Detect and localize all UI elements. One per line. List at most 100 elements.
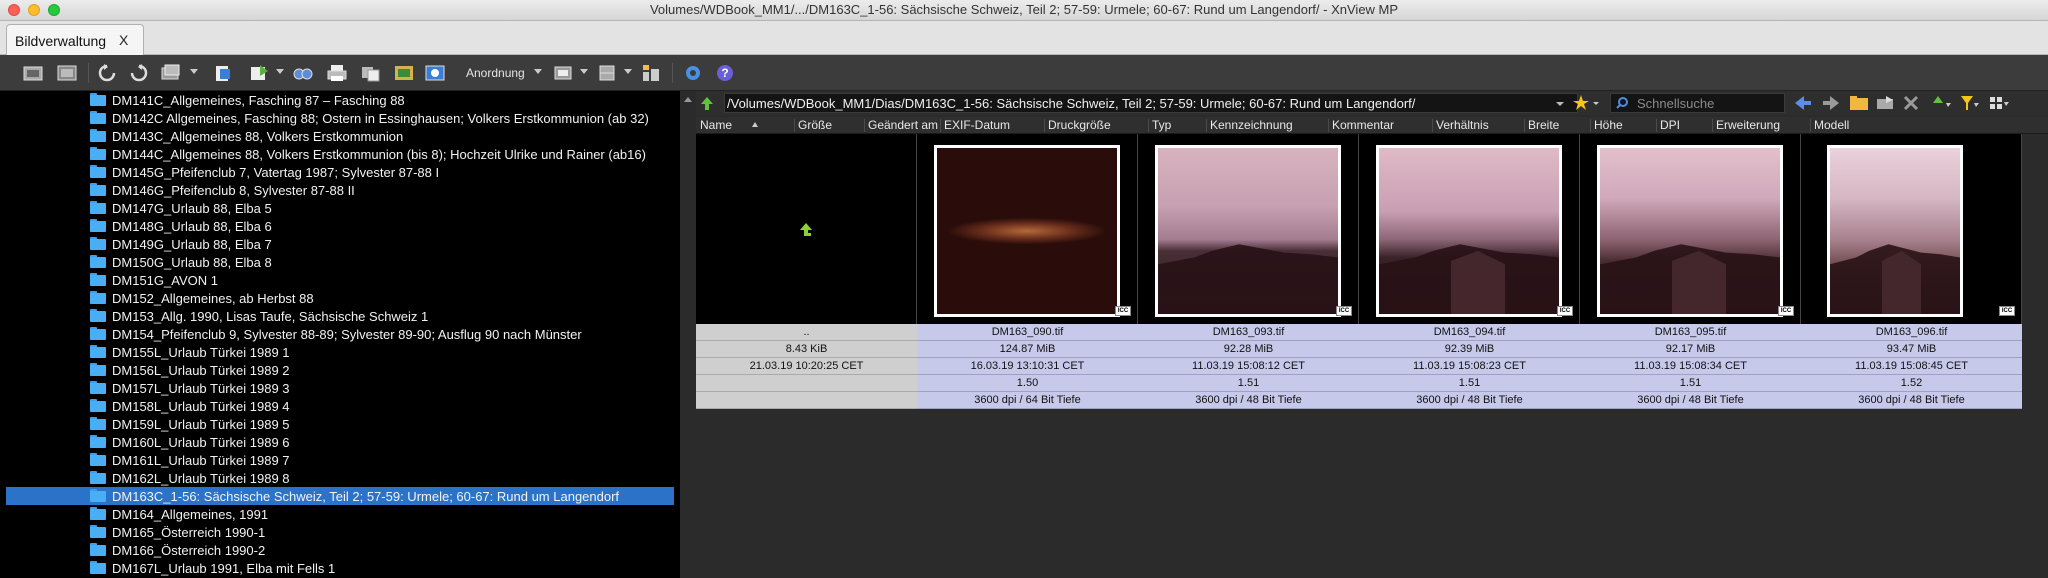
scan-icon[interactable]	[22, 63, 44, 83]
tree-item[interactable]: DM146G_Pfeifenclub 8, Sylvester 87-88 II	[6, 181, 674, 199]
column-10[interactable]: Höhe	[1594, 118, 1623, 132]
view-mode-icon[interactable]	[552, 63, 574, 83]
column-2[interactable]: Geändert am	[868, 118, 938, 132]
screenshot-icon[interactable]	[424, 63, 446, 83]
tree-item[interactable]: DM150G_Urlaub 88, Elba 8	[6, 253, 674, 271]
column-5[interactable]: Typ	[1152, 118, 1171, 132]
tree-item[interactable]: DM154_Pfeifenclub 9, Sylvester 88-89; Sy…	[6, 325, 674, 343]
forward-icon[interactable]	[1820, 93, 1842, 113]
thumbnail-size-icon[interactable]	[596, 63, 618, 83]
panel-splitter[interactable]	[680, 91, 696, 578]
parent-folder-button[interactable]	[696, 94, 718, 112]
filter-icon[interactable]	[1958, 93, 1980, 113]
tree-item[interactable]: DM167L_Urlaub 1991, Elba mit Fells 1	[6, 559, 674, 577]
move-to-icon[interactable]	[1874, 93, 1896, 113]
slideshow-icon[interactable]	[160, 63, 182, 83]
back-icon[interactable]	[1792, 93, 1814, 113]
tree-item[interactable]: DM149G_Urlaub 88, Elba 7	[6, 235, 674, 253]
column-separator[interactable]	[1810, 119, 1811, 132]
column-9[interactable]: Breite	[1528, 118, 1559, 132]
favorites-star-icon[interactable]	[1572, 93, 1602, 113]
slideshow-dropdown-icon[interactable]	[190, 69, 198, 74]
rotate-right-icon[interactable]	[128, 63, 150, 83]
tree-item[interactable]: DM153_Allg. 1990, Lisas Taufe, Sächsisch…	[6, 307, 674, 325]
file-thumbnail[interactable]: ICC DM163_094.tif 92.39 MiB 11.03.19 15:08:…	[1359, 134, 1580, 409]
column-7[interactable]: Kommentar	[1332, 118, 1394, 132]
help-icon[interactable]: ?	[714, 63, 736, 83]
tree-item[interactable]: DM162L_Urlaub Türkei 1989 8	[6, 469, 674, 487]
tab-bildverwaltung[interactable]: Bildverwaltung X	[6, 24, 144, 55]
path-history-dropdown-icon[interactable]	[1552, 93, 1568, 113]
column-separator[interactable]	[1206, 119, 1207, 132]
column-separator[interactable]	[940, 119, 941, 132]
column-1[interactable]: Größe	[798, 118, 832, 132]
export-icon[interactable]	[248, 63, 270, 83]
file-thumbnail[interactable]: ICC DM163_096.tif 93.47 MiB 11.03.19 15:08:…	[1801, 134, 2022, 409]
file-thumbnail[interactable]: ICC DM163_090.tif 124.87 MiB 16.03.19 13:10…	[917, 134, 1138, 409]
column-separator[interactable]	[1044, 119, 1045, 132]
tree-item[interactable]: DM159L_Urlaub Türkei 1989 5	[6, 415, 674, 433]
tree-item[interactable]: DM155L_Urlaub Türkei 1989 1	[6, 343, 674, 361]
column-separator[interactable]	[1148, 119, 1149, 132]
tree-item[interactable]: DM161L_Urlaub Türkei 1989 7	[6, 451, 674, 469]
column-separator[interactable]	[1656, 119, 1657, 132]
column-separator[interactable]	[1590, 119, 1591, 132]
column-separator[interactable]	[794, 119, 795, 132]
column-13[interactable]: Modell	[1814, 118, 1849, 132]
tree-item[interactable]: DM144C_Allgemeines 88, Volkers Erstkommu…	[6, 145, 674, 163]
tree-item[interactable]: DM165_Österreich 1990-1	[6, 523, 674, 541]
delete-icon[interactable]	[1900, 93, 1922, 113]
column-separator[interactable]	[1712, 119, 1713, 132]
tree-item[interactable]: DM158L_Urlaub Türkei 1989 4	[6, 397, 674, 415]
view-mode-dropdown-icon[interactable]	[580, 69, 588, 74]
tree-item[interactable]: DM160L_Urlaub Türkei 1989 6	[6, 433, 674, 451]
column-4[interactable]: Druckgröße	[1048, 118, 1111, 132]
tree-item[interactable]: DM163C_1-56: Sächsische Schweiz, Teil 2;…	[6, 487, 674, 505]
thumbnail-size-dropdown-icon[interactable]	[624, 69, 632, 74]
column-3[interactable]: EXIF-Datum	[944, 118, 1010, 132]
tree-item[interactable]: DM156L_Urlaub Türkei 1989 2	[6, 361, 674, 379]
column-11[interactable]: DPI	[1660, 118, 1680, 132]
print-icon[interactable]	[326, 63, 348, 83]
column-0[interactable]: Name	[700, 118, 732, 132]
tree-item[interactable]: DM147G_Urlaub 88, Elba 5	[6, 199, 674, 217]
tree-item[interactable]: DM152_Allgemeines, ab Herbst 88	[6, 289, 674, 307]
arrange-dropdown-icon[interactable]	[534, 69, 542, 74]
column-separator[interactable]	[1328, 119, 1329, 132]
sort-icon[interactable]	[1930, 93, 1952, 113]
tab-close-icon[interactable]: X	[119, 32, 128, 48]
tree-item[interactable]: DM164_Allgemeines, 1991	[6, 505, 674, 523]
tree-item[interactable]: DM148G_Urlaub 88, Elba 6	[6, 217, 674, 235]
compare-icon[interactable]	[360, 63, 382, 83]
find-icon[interactable]	[292, 63, 314, 83]
tree-item[interactable]: DM145G_Pfeifenclub 7, Vatertag 1987; Syl…	[6, 163, 674, 181]
export-dropdown-icon[interactable]	[276, 69, 284, 74]
tree-item[interactable]: DM142C Allgemeines, Fasching 88; Ostern …	[6, 109, 674, 127]
folder-tree[interactable]: DM141C_Allgemeines, Fasching 87 – Faschi…	[0, 91, 680, 578]
settings-gear-icon[interactable]	[682, 63, 704, 83]
file-thumbnail[interactable]: ICC DM163_093.tif 92.28 MiB 11.03.19 15:08:…	[1138, 134, 1359, 409]
tree-item[interactable]: DM157L_Urlaub Türkei 1989 3	[6, 379, 674, 397]
tree-item[interactable]: DM151G_AVON 1	[6, 271, 674, 289]
layout-icon[interactable]	[640, 63, 662, 83]
column-separator[interactable]	[1432, 119, 1433, 132]
splitter-grip-icon[interactable]	[684, 97, 692, 102]
arrange-menu-button[interactable]: Anordnung	[466, 66, 525, 80]
column-separator[interactable]	[1524, 119, 1525, 132]
column-8[interactable]: Verhältnis	[1436, 118, 1489, 132]
column-6[interactable]: Kennzeichnung	[1210, 118, 1293, 132]
folder-icon[interactable]	[1848, 93, 1870, 113]
tree-item[interactable]: DM141C_Allgemeines, Fasching 87 – Faschi…	[6, 91, 674, 109]
tree-item[interactable]: DM166_Österreich 1990-2	[6, 541, 674, 559]
tree-item[interactable]: DM143C_Allgemeines 88, Volkers Erstkommu…	[6, 127, 674, 145]
parent-folder-item[interactable]: .. 8.43 KiB 21.03.19 10:20:25 CET	[696, 134, 917, 409]
file-thumbnail[interactable]: ICC DM163_095.tif 92.17 MiB 11.03.19 15:08:…	[1580, 134, 1801, 409]
capture-icon[interactable]	[56, 63, 78, 83]
quick-search-input[interactable]: Schnellsuche	[1610, 93, 1785, 113]
path-input[interactable]: /Volumes/WDBook_MM1/Dias/DM163C_1-56: Sä…	[724, 93, 1578, 113]
rotate-left-icon[interactable]	[96, 63, 118, 83]
web-page-icon[interactable]	[393, 63, 415, 83]
grid-view-icon[interactable]	[1988, 93, 2010, 113]
batch-convert-icon[interactable]	[212, 63, 234, 83]
column-12[interactable]: Erweiterung	[1716, 118, 1780, 132]
